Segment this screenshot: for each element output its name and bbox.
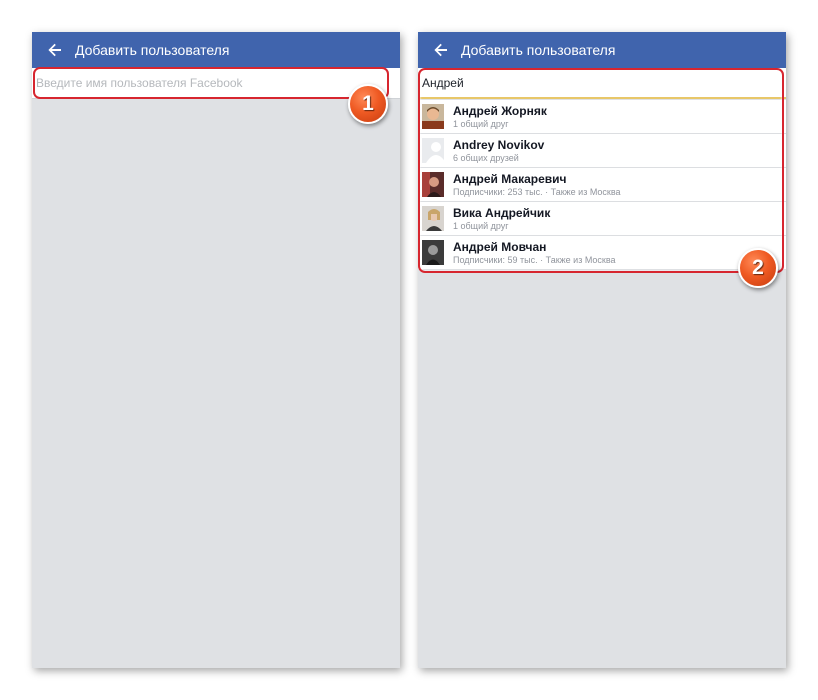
step-badge-2: 2: [738, 248, 778, 288]
highlight-frame-1: [33, 67, 389, 99]
screen-left: Добавить пользователя: [32, 32, 400, 668]
page-title: Добавить пользователя: [461, 42, 616, 58]
step-badge-1: 1: [348, 84, 388, 124]
app-bar: Добавить пользователя: [32, 32, 400, 68]
back-arrow-icon[interactable]: [47, 42, 63, 58]
app-bar: Добавить пользователя: [418, 32, 786, 68]
page-title: Добавить пользователя: [75, 42, 230, 58]
back-arrow-icon[interactable]: [433, 42, 449, 58]
highlight-frame-2: [418, 68, 784, 273]
